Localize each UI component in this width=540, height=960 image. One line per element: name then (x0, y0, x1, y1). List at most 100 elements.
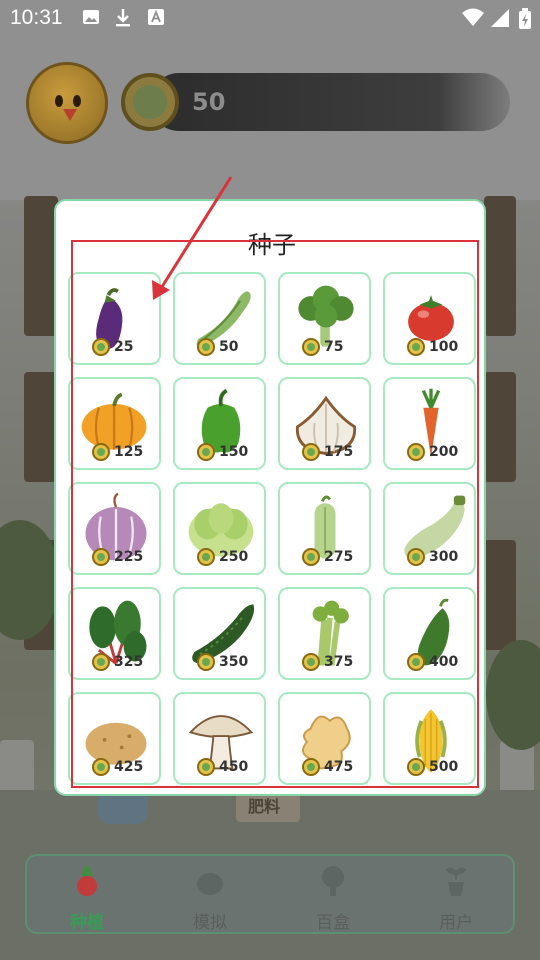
seed-price: 25 (114, 339, 134, 355)
seed-tile-chard[interactable]: 325 (68, 587, 161, 680)
fertilizer-label: 肥料 (248, 797, 281, 816)
seed-price-row: 100 (407, 338, 458, 356)
nav-item-box[interactable]: 百盒 (278, 856, 388, 936)
seed-price: 150 (219, 444, 249, 460)
seed-price: 175 (324, 444, 354, 460)
coin-icon (407, 443, 425, 461)
seed-tile-cucumber[interactable]: 350 (173, 587, 266, 680)
battery-charging-icon (519, 8, 531, 29)
avatar-eye-left (55, 95, 63, 107)
coin-icon (407, 338, 425, 356)
sprout-pot-icon (445, 867, 467, 896)
seed-tile-small-cucumber[interactable]: 275 (278, 482, 371, 575)
seed-price: 250 (219, 549, 249, 565)
font-icon (148, 9, 164, 25)
nav-item-plant[interactable]: 种植 (32, 856, 142, 936)
tree-icon (322, 866, 344, 896)
seed-tile-garlic[interactable]: 175 (278, 377, 371, 470)
seed-price: 350 (219, 654, 249, 670)
seed-price-row: 75 (302, 338, 343, 356)
seed-modal: 种子 25 50 75 100 125 150 175 200 225 250 275 300 325 3… (54, 199, 486, 796)
seed-price-row: 500 (407, 758, 458, 776)
seed-price-row: 325 (92, 653, 143, 671)
seed-price: 300 (429, 549, 459, 565)
seed-tile-potato[interactable]: 425 (68, 692, 161, 785)
seed-tile-celery[interactable]: 375 (278, 587, 371, 680)
status-bar: 10:31 (0, 0, 540, 36)
coin-icon (197, 338, 215, 356)
cabbage-coin-inner (133, 85, 167, 119)
modal-title: 种子 (248, 231, 296, 259)
coin-icon (407, 653, 425, 671)
nav-item-user[interactable]: 用户 (401, 856, 511, 936)
status-time: 10:31 (10, 6, 63, 29)
seed-tile-mushroom[interactable]: 450 (173, 692, 266, 785)
seed-tile-pepper[interactable]: 150 (173, 377, 266, 470)
seed-tile-tomato[interactable]: 100 (383, 272, 476, 365)
nav-label-plant: 种植 (70, 913, 104, 933)
coin-icon (407, 548, 425, 566)
coin-count: 50 (192, 88, 226, 116)
image-icon (83, 10, 99, 24)
radish-icon (77, 865, 97, 896)
coin-icon (302, 548, 320, 566)
seed-price-row: 275 (302, 548, 353, 566)
wifi-icon (462, 8, 484, 26)
coin-icon (92, 758, 110, 776)
seed-price: 450 (219, 759, 249, 775)
seed-price-row: 150 (197, 443, 248, 461)
seed-tile-carrot[interactable]: 200 (383, 377, 476, 470)
bush-right (486, 640, 540, 750)
seed-price-row: 450 (197, 758, 248, 776)
seed-tile-broccoli[interactable]: 75 (278, 272, 371, 365)
coin-icon (92, 338, 110, 356)
seed-price: 500 (429, 759, 459, 775)
coin-icon (302, 758, 320, 776)
seed-tile-pumpkin[interactable]: 125 (68, 377, 161, 470)
fence-right-low (484, 540, 516, 650)
seed-price-row: 200 (407, 443, 458, 461)
coin-icon (197, 758, 215, 776)
coin-icon (197, 548, 215, 566)
seed-tile-corn[interactable]: 500 (383, 692, 476, 785)
seed-grid: 25 50 75 100 125 150 175 200 225 250 275 300 325 350 3… (68, 272, 478, 785)
avatar-eye-right (73, 95, 81, 107)
seed-tile-gherkin[interactable]: 400 (383, 587, 476, 680)
seed-tile-zucchini[interactable]: 300 (383, 482, 476, 575)
seed-price: 400 (429, 654, 459, 670)
seed-price-row: 225 (92, 548, 143, 566)
seed-tile-eggplant[interactable]: 25 (68, 272, 161, 365)
chick-avatar-icon[interactable] (26, 62, 108, 144)
coin-icon (197, 653, 215, 671)
seed-price-row: 475 (302, 758, 353, 776)
signal-icon (491, 9, 509, 27)
seed-price: 325 (114, 654, 144, 670)
coin-icon (302, 653, 320, 671)
sphere-icon (197, 873, 223, 895)
fence-left-top (24, 196, 58, 336)
seed-price-row: 25 (92, 338, 133, 356)
seed-price-row: 125 (92, 443, 143, 461)
seed-price: 475 (324, 759, 354, 775)
coin-icon (92, 548, 110, 566)
seed-tile-ginger[interactable]: 475 (278, 692, 371, 785)
seed-price-row: 400 (407, 653, 458, 671)
seed-price: 375 (324, 654, 354, 670)
seed-price: 200 (429, 444, 459, 460)
coin-icon (302, 338, 320, 356)
avatar-beak (63, 109, 77, 121)
seed-price-row: 250 (197, 548, 248, 566)
nav-label-simulate: 模拟 (193, 913, 227, 933)
fence-right-mid (484, 372, 516, 482)
cabbage-coin-icon (121, 73, 179, 131)
seed-price-row: 425 (92, 758, 143, 776)
seed-tile-lettuce[interactable]: 250 (173, 482, 266, 575)
fence-left-mid (24, 372, 58, 482)
seed-price-row: 175 (302, 443, 353, 461)
seed-tile-onion[interactable]: 225 (68, 482, 161, 575)
nav-item-simulate[interactable]: 模拟 (155, 856, 265, 936)
seed-tile-pea[interactable]: 50 (173, 272, 266, 365)
seed-price: 75 (324, 339, 344, 355)
seed-price: 125 (114, 444, 144, 460)
seed-price-row: 50 (197, 338, 238, 356)
